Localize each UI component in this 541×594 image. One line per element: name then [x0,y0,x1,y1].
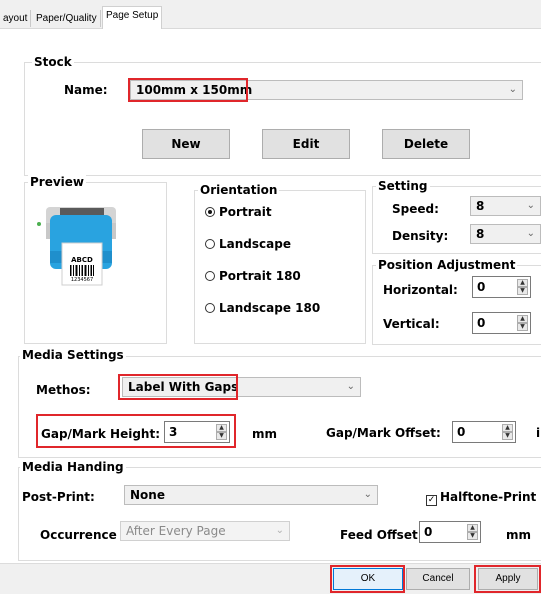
density-label: Density: [392,229,449,243]
post-print-label: Post-Print: [22,490,95,504]
radio-landscape-label: Landscape [219,237,291,251]
speed-label: Speed: [392,202,439,216]
post-print-value: None [130,488,165,502]
tab-strip: ayout Paper/Quality Page Setup [0,0,541,29]
chevron-down-icon: ⌄ [526,228,535,239]
speed-value: 8 [476,199,485,213]
feed-offset-unit: mm [506,528,532,542]
edit-button[interactable]: Edit [262,129,350,159]
density-value: 8 [476,227,485,241]
setting-group-label: Setting [376,179,430,193]
radio-unchecked-icon [205,239,215,249]
radio-portrait-180-label: Portrait 180 [219,269,301,283]
chevron-down-icon: ⌄ [275,525,284,536]
feed-offset-label: Feed Offset: [340,528,423,542]
media-handing-group-label: Media Handing [20,460,126,474]
spin-down-icon[interactable]: ▼ [502,432,513,440]
halftone-print-checkbox[interactable]: ✓ Halftone-Print [426,489,536,506]
vertical-value: 0 [477,316,486,330]
spin-down-icon[interactable]: ▼ [517,287,528,295]
occurrence-select[interactable]: After Every Page ⌄ [120,521,290,541]
gap-offset-unit: i [536,426,541,440]
radio-portrait-180[interactable]: Portrait 180 [205,268,301,284]
tab-page-setup[interactable]: Page Setup [102,6,163,29]
chevron-down-icon: ⌄ [526,200,535,211]
radio-landscape-180-label: Landscape 180 [219,301,321,315]
speed-select[interactable]: 8 ⌄ [470,196,541,216]
vertical-label: Vertical: [383,317,440,331]
spin-down-icon[interactable]: ▼ [467,532,478,540]
post-print-select[interactable]: None ⌄ [124,485,378,505]
gap-height-value: 3 [169,425,178,439]
occurrence-value: After Every Page [126,524,226,538]
spin-down-icon[interactable]: ▼ [517,323,528,331]
barcode-icon [70,265,94,276]
preview-label-text: ABCD [71,256,93,264]
chevron-down-icon: ⌄ [508,84,517,95]
gap-offset-stepper[interactable]: 0 ▲ ▼ [452,421,516,443]
ok-highlight [330,565,405,593]
radio-landscape[interactable]: Landscape [205,236,291,252]
checkbox-checked-icon: ✓ [426,495,437,506]
spin-up-icon[interactable]: ▲ [502,424,513,432]
position-adjustment-group-label: Position Adjustment [376,258,518,272]
radio-unchecked-icon [205,271,215,281]
radio-portrait-label: Portrait [219,205,272,219]
preview-label-number: 1234567 [70,277,94,283]
printer-illustration: ABCD 1234567 [34,195,124,295]
tab-layout[interactable]: ayout [0,10,32,27]
gap-height-unit: mm [252,427,278,441]
new-button[interactable]: New [142,129,230,159]
gap-height-label: Gap/Mark Height: [41,427,160,441]
vertical-stepper[interactable]: 0 ▲ ▼ [472,312,531,334]
chevron-down-icon: ⌄ [363,489,372,500]
density-select[interactable]: 8 ⌄ [470,224,541,244]
radio-landscape-180[interactable]: Landscape 180 [205,300,320,316]
horizontal-value: 0 [477,280,486,294]
cancel-button[interactable]: Cancel [406,568,470,590]
gap-offset-value: 0 [457,425,466,439]
horizontal-stepper[interactable]: 0 ▲ ▼ [472,276,531,298]
radio-checked-icon [205,207,215,217]
spin-up-icon[interactable]: ▲ [517,279,528,287]
media-handing-group [18,467,541,561]
apply-highlight [474,565,541,593]
methos-label: Methos: [36,383,91,397]
methos-highlight [118,374,238,400]
gap-offset-label: Gap/Mark Offset: [326,426,441,440]
chevron-down-icon: ⌄ [346,381,355,392]
radio-portrait[interactable]: Portrait [205,204,272,220]
delete-button[interactable]: Delete [382,129,470,159]
radio-unchecked-icon [205,303,215,313]
occurrence-label: Occurrence [40,528,117,542]
orientation-group-label: Orientation [198,183,280,197]
spin-up-icon[interactable]: ▲ [216,424,227,432]
feed-offset-value: 0 [424,525,433,539]
spin-up-icon[interactable]: ▲ [517,315,528,323]
feed-offset-stepper[interactable]: 0 ▲ ▼ [419,521,481,543]
horizontal-label: Horizontal: [383,283,458,297]
stock-name-highlight [128,78,248,102]
tab-paper-quality[interactable]: Paper/Quality [33,10,101,27]
stock-name-label: Name: [64,83,108,97]
gap-height-stepper[interactable]: 3 ▲ ▼ [164,421,230,443]
stock-group-label: Stock [32,55,74,69]
halftone-print-label: Halftone-Print [440,490,537,504]
spin-up-icon[interactable]: ▲ [467,524,478,532]
preview-group-label: Preview [28,175,87,189]
spin-down-icon[interactable]: ▼ [216,432,227,440]
media-settings-group-label: Media Settings [20,348,126,362]
